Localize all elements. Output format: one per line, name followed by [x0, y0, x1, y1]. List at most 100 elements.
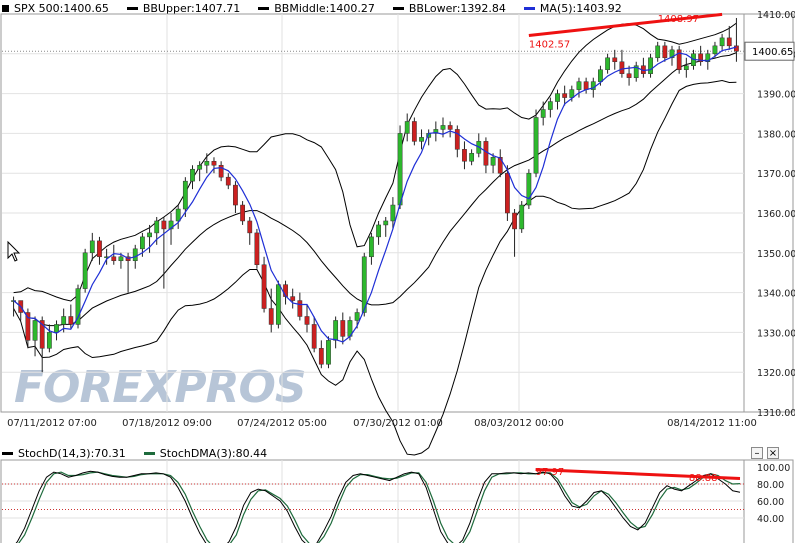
candle-down	[297, 300, 303, 317]
candle-up	[46, 332, 52, 349]
candle-down	[462, 149, 467, 162]
candle-down	[318, 348, 324, 365]
candle-up	[175, 208, 181, 222]
candle-down	[505, 172, 510, 214]
candle-down	[304, 316, 310, 325]
candle-up	[82, 252, 88, 289]
candle-up	[533, 117, 539, 174]
candle-up	[275, 284, 281, 325]
candle-down	[290, 296, 296, 301]
main-y-tick-label: 1350.00	[757, 249, 795, 260]
candle-up	[132, 248, 138, 262]
candle-up	[197, 164, 203, 170]
candle-up	[204, 161, 210, 166]
candle-up	[140, 236, 145, 250]
candle-down	[562, 93, 568, 98]
candle-up	[440, 125, 446, 130]
stoch-y-tick-label: 100.00	[757, 463, 790, 474]
main-x-tick-label: 07/24/2012 05:00	[237, 418, 327, 429]
candle-down	[583, 81, 589, 90]
chart-canvas[interactable]: FOREXPROS 1408.971402.57 1310.001320.001…	[0, 0, 795, 543]
candle-up	[383, 220, 389, 226]
candle-down	[225, 176, 231, 186]
stoch-y-tick-label: 40.00	[757, 514, 784, 525]
main-price-annotation: 1402.57	[529, 40, 570, 51]
candle-up	[526, 172, 532, 206]
candle-down	[111, 256, 117, 262]
candle-up	[147, 232, 152, 238]
main-x-tick-label: 08/14/2012 11:00	[667, 418, 757, 429]
candle-down	[662, 45, 668, 59]
candle-up	[118, 256, 124, 262]
main-y-tick-label: 1340.00	[757, 289, 795, 300]
candle-up	[576, 81, 582, 90]
main-y-tick-label: 1410.00	[757, 10, 795, 21]
candle-down	[447, 125, 453, 130]
candle-up	[390, 204, 396, 222]
main-y-tick-label: 1370.00	[757, 169, 795, 180]
chart-window: SPX 500:1400.65 BBUpper:1407.71 BBMiddle…	[0, 0, 795, 543]
candle-up	[555, 93, 560, 102]
candle-down	[161, 220, 167, 230]
candle-up	[54, 324, 59, 333]
candle-down	[247, 220, 253, 234]
candle-up	[190, 168, 195, 182]
candle-up	[326, 340, 331, 365]
last-price-tag-label: 1400.65	[752, 47, 793, 58]
candle-down	[483, 141, 489, 166]
main-x-tick-label: 07/18/2012 09:00	[122, 418, 212, 429]
main-x-tick-label: 07/11/2012 07:00	[7, 418, 97, 429]
main-x-tick-label: 07/30/2012 01:00	[353, 418, 443, 429]
candle-up	[32, 320, 38, 341]
main-y-tick-label: 1390.00	[757, 90, 795, 101]
candle-up	[361, 256, 367, 313]
candle-down	[340, 320, 346, 337]
forexpros-watermark-logo: FOREXPROS	[14, 362, 306, 413]
candle-up	[712, 45, 718, 55]
candle-up	[490, 157, 496, 166]
candle-up	[397, 133, 403, 206]
candle-up	[89, 240, 95, 254]
candle-down	[211, 161, 217, 166]
candle-down	[240, 204, 245, 222]
candle-down	[68, 316, 74, 325]
candle-up	[683, 65, 689, 70]
candle-up	[333, 320, 339, 341]
stoch-y-tick-label: 60.00	[757, 497, 784, 508]
candle-down	[97, 240, 102, 258]
candle-up	[369, 236, 374, 258]
candle-down	[512, 212, 517, 230]
main-y-tick-label: 1330.00	[757, 328, 795, 339]
candle-up	[404, 121, 410, 134]
stoch-y-tick-label: 80.00	[757, 480, 784, 491]
main-y-tick-label: 1360.00	[757, 209, 795, 220]
candle-up	[540, 109, 546, 118]
candle-down	[261, 264, 267, 309]
candle-up	[419, 137, 424, 142]
main-y-tick-label: 1320.00	[757, 368, 795, 379]
candle-up	[519, 204, 525, 230]
main-y-tick-label: 1380.00	[757, 129, 795, 140]
candle-up	[182, 180, 188, 210]
candle-down	[612, 57, 618, 63]
candle-up	[469, 153, 475, 162]
candle-up	[605, 57, 610, 70]
candle-up	[547, 101, 553, 110]
candle-up	[61, 316, 67, 325]
candle-down	[411, 121, 417, 142]
candle-down	[626, 73, 632, 78]
main-y-tick-label: 1310.00	[757, 408, 795, 419]
candle-up	[354, 312, 360, 321]
candle-up	[719, 37, 725, 47]
candle-down	[311, 324, 317, 349]
candle-up	[598, 69, 603, 82]
candle-down	[268, 308, 274, 325]
candle-down	[254, 232, 260, 265]
candle-up	[569, 89, 575, 98]
candle-up	[376, 224, 381, 238]
candle-down	[619, 61, 625, 74]
candle-down	[726, 37, 732, 47]
candle-up	[648, 57, 653, 74]
main-x-tick-label: 08/03/2012 00:00	[474, 418, 564, 429]
candle-up	[154, 220, 160, 234]
